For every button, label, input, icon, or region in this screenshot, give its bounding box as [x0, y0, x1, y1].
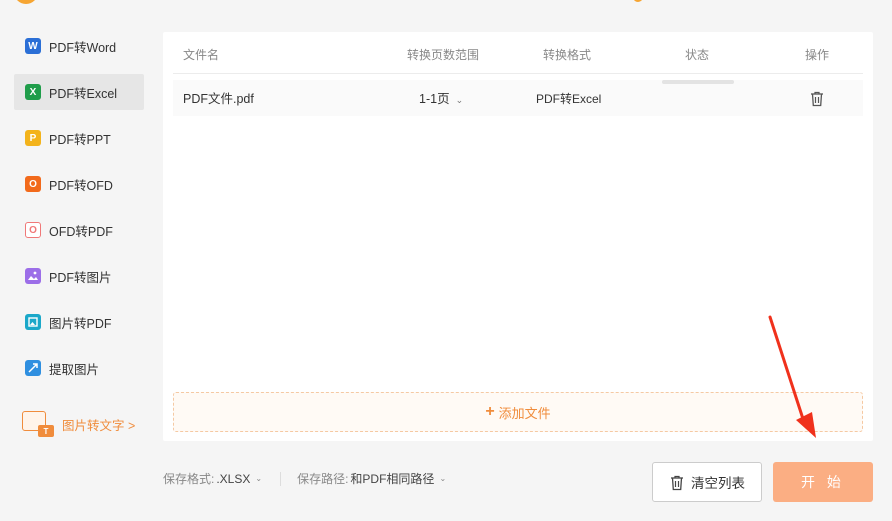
- image-to-text-link[interactable]: T 图片转文字 >: [22, 411, 135, 437]
- sidebar-item-pdf-to-ppt[interactable]: P PDF转PPT: [14, 120, 144, 156]
- page-range-value: 1-1页: [419, 92, 450, 106]
- image-to-pdf-icon: [25, 314, 41, 330]
- table-header: 文件名 转换页数范围 转换格式 状态 操作: [173, 32, 863, 74]
- file-name: PDF文件.pdf: [183, 92, 254, 106]
- save-path-value: 和PDF相同路径: [350, 472, 435, 486]
- sidebar-item-label: 提取图片: [49, 362, 100, 377]
- page-range-select[interactable]: 1-1页 ⌄: [419, 80, 463, 119]
- divider: [280, 471, 282, 486]
- add-file-button[interactable]: + 添加文件: [173, 392, 863, 432]
- save-format-value: .XLSX: [216, 471, 251, 486]
- table-row: PDF文件.pdf 1-1页 ⌄ PDF转Excel: [173, 80, 863, 116]
- sidebar-item-ofd-to-pdf[interactable]: O OFD转PDF: [14, 212, 144, 248]
- sidebar-item-label: PDF转图片: [49, 270, 112, 285]
- sidebar-item-pdf-to-excel[interactable]: X PDF转Excel: [14, 74, 144, 110]
- excel-icon: X: [25, 84, 41, 100]
- chevron-down-icon: ⌄: [255, 474, 263, 483]
- image-to-text-icon: T: [22, 411, 54, 437]
- start-label: 开 始: [801, 474, 845, 490]
- trash-icon: [811, 91, 823, 107]
- sidebar-item-label: PDF转PPT: [49, 132, 111, 147]
- chevron-down-icon: ⌄: [455, 95, 464, 105]
- ppt-icon: P: [25, 130, 41, 146]
- word-icon: W: [25, 38, 41, 54]
- ofd-to-pdf-icon: O: [25, 222, 41, 238]
- sidebar-item-label: PDF转OFD: [49, 178, 113, 193]
- pdf-to-image-icon: [25, 268, 41, 284]
- add-file-label: 添加文件: [498, 405, 551, 421]
- convert-format: PDF转Excel: [536, 92, 602, 106]
- chevron-down-icon: ⌄: [439, 474, 447, 483]
- column-header-filename: 文件名: [183, 48, 220, 62]
- ofd-icon: O: [25, 176, 41, 192]
- progress-bar: [662, 80, 734, 84]
- sidebar: W PDF转Word X PDF转Excel P PDF转PPT O PDF转O…: [14, 28, 144, 396]
- header-logo-fragment: [633, 0, 643, 2]
- sidebar-item-label: PDF转Word: [49, 40, 117, 55]
- sidebar-item-pdf-to-word[interactable]: W PDF转Word: [14, 28, 144, 64]
- clear-list-label: 清空列表: [691, 476, 745, 491]
- trash-icon: [671, 475, 683, 490]
- column-header-page-range: 转换页数范围: [407, 48, 480, 62]
- sidebar-item-label: OFD转PDF: [49, 224, 113, 239]
- save-format-select[interactable]: 保存格式: .XLSX ⌄: [163, 470, 262, 487]
- column-header-status: 状态: [685, 48, 710, 62]
- save-path-select[interactable]: 保存路径: 和PDF相同路径 ⌄: [297, 470, 446, 487]
- clear-list-button[interactable]: 清空列表: [652, 462, 762, 502]
- save-path-label: 保存路径:: [297, 472, 349, 486]
- bottom-bar: 保存格式: .XLSX ⌄ 保存路径: 和PDF相同路径 ⌄: [163, 470, 446, 487]
- save-format-label: 保存格式:: [163, 472, 215, 486]
- sidebar-item-pdf-to-image[interactable]: PDF转图片: [14, 258, 144, 294]
- column-header-format: 转换格式: [543, 48, 592, 62]
- sidebar-item-image-to-pdf[interactable]: 图片转PDF: [14, 304, 144, 340]
- sidebar-item-label: PDF转Excel: [49, 86, 118, 101]
- plus-icon: +: [485, 403, 495, 420]
- sidebar-item-label: 图片转PDF: [49, 316, 112, 331]
- app-logo: [14, 0, 38, 4]
- start-button[interactable]: 开 始: [773, 462, 873, 502]
- delete-button[interactable]: [809, 90, 825, 110]
- column-header-action: 操作: [805, 48, 830, 62]
- extract-image-icon: [25, 360, 41, 376]
- sidebar-item-extract-image[interactable]: 提取图片: [14, 350, 144, 386]
- sidebar-item-pdf-to-ofd[interactable]: O PDF转OFD: [14, 166, 144, 202]
- annotation-arrow: [768, 315, 816, 438]
- image-to-text-label: 图片转文字 >: [62, 418, 136, 433]
